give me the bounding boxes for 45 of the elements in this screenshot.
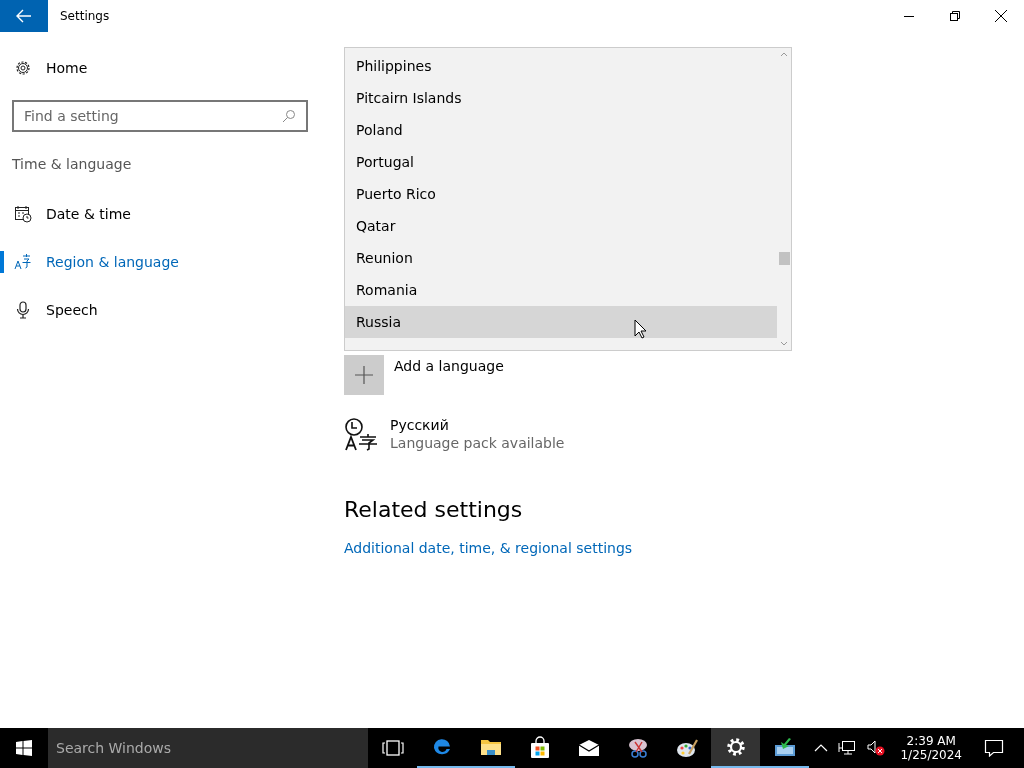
network-icon[interactable] bbox=[838, 740, 857, 756]
restore-icon bbox=[950, 11, 960, 21]
nav-item[interactable]: Date & time bbox=[0, 198, 320, 230]
calendar-clock-icon bbox=[14, 205, 32, 223]
region-option[interactable]: Puerto Rico bbox=[345, 178, 777, 210]
taskbar-button[interactable] bbox=[711, 728, 760, 768]
installer-icon bbox=[772, 735, 797, 759]
close-icon bbox=[995, 10, 1007, 22]
scroll-up-icon[interactable] bbox=[780, 52, 788, 57]
back-arrow-icon bbox=[16, 9, 32, 23]
region-option[interactable]: Philippines bbox=[345, 50, 777, 82]
scrollbar-thumb[interactable] bbox=[779, 252, 790, 265]
section-heading: Time & language bbox=[12, 156, 133, 172]
region-option[interactable]: Romania bbox=[345, 274, 777, 306]
related-settings-heading: Related settings bbox=[344, 497, 523, 522]
regional-settings-link[interactable]: Additional date, time, & regional settings bbox=[344, 540, 633, 556]
notification-icon[interactable] bbox=[984, 739, 1004, 757]
windows-logo-icon bbox=[16, 740, 32, 756]
taskbar-clock[interactable]: 2:39 AM 1/25/2024 bbox=[900, 734, 962, 762]
home-nav-item[interactable]: Home bbox=[0, 52, 320, 84]
speaker-icon[interactable] bbox=[866, 739, 887, 757]
region-option[interactable]: Qatar bbox=[345, 210, 777, 242]
region-option[interactable]: Pitcairn Islands bbox=[345, 82, 777, 114]
nav-item[interactable]: Region & language bbox=[0, 246, 320, 278]
region-option[interactable]: Russia bbox=[345, 306, 777, 338]
scroll-down-icon[interactable] bbox=[780, 341, 788, 346]
add-language-label[interactable]: Add a language bbox=[394, 358, 504, 374]
region-option[interactable]: Portugal bbox=[345, 146, 777, 178]
taskbar-search-field[interactable]: Search Windows bbox=[48, 728, 368, 768]
language-icon bbox=[14, 253, 32, 271]
back-button[interactable] bbox=[0, 0, 48, 32]
language-pack-icon bbox=[344, 417, 378, 451]
region-option[interactable]: Reunion bbox=[345, 242, 777, 274]
language-name[interactable]: Русский bbox=[390, 417, 565, 433]
microphone-icon bbox=[14, 301, 32, 319]
search-field[interactable]: Find a setting bbox=[12, 100, 308, 132]
search-icon bbox=[282, 109, 296, 123]
plus-icon bbox=[355, 366, 373, 384]
region-option[interactable]: Poland bbox=[345, 114, 777, 146]
mouse-pointer-icon bbox=[634, 319, 647, 339]
language-status: Language pack available bbox=[390, 435, 565, 451]
window-title: Settings bbox=[60, 9, 111, 23]
gear-icon bbox=[14, 59, 32, 77]
nav-item[interactable]: Speech bbox=[0, 294, 320, 326]
chevron-up-icon[interactable] bbox=[814, 743, 829, 753]
